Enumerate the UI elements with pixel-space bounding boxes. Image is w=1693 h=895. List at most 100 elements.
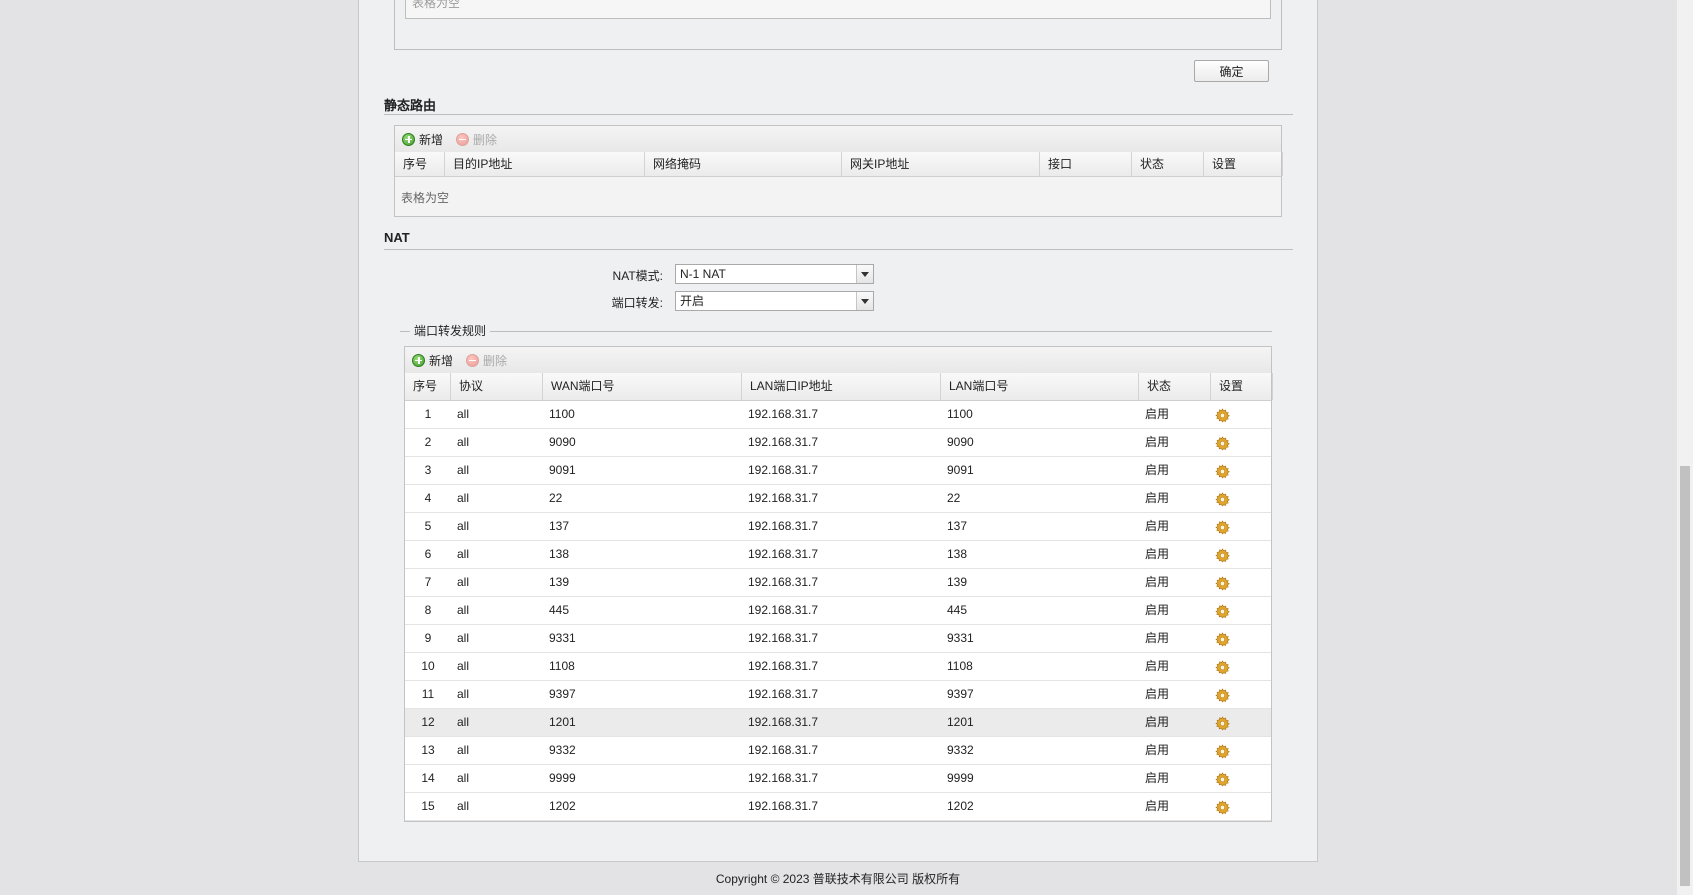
table-row[interactable]: 6 all 138 192.168.31.7 138 启用 <box>405 541 1271 569</box>
lan-ip-cell: 192.168.31.7 <box>748 547 819 561</box>
static-route-col-dest-ip: 目的IP地址 <box>445 152 645 176</box>
index-cell: 5 <box>424 519 432 533</box>
static-route-col-netmask: 网络掩码 <box>645 152 842 176</box>
table-row[interactable]: 8 all 445 192.168.31.7 445 启用 <box>405 597 1271 625</box>
wan-port-cell: 9331 <box>549 631 576 645</box>
gear-icon[interactable] <box>1215 800 1230 815</box>
static-route-title: 静态路由 <box>384 95 1293 115</box>
static-route-col-index: 序号 <box>395 152 445 176</box>
table-row[interactable]: 11 all 9397 192.168.31.7 9397 启用 <box>405 681 1271 709</box>
delete-label: 删除 <box>473 132 498 147</box>
table-row[interactable]: 7 all 139 192.168.31.7 139 启用 <box>405 569 1271 597</box>
static-route-col-interface: 接口 <box>1040 152 1132 176</box>
lan-port-cell: 9091 <box>947 463 974 477</box>
status-cell: 启用 <box>1145 435 1170 449</box>
lan-ip-cell: 192.168.31.7 <box>748 715 819 729</box>
protocol-cell: all <box>457 463 470 477</box>
table-row[interactable]: 2 all 9090 192.168.31.7 9090 启用 <box>405 429 1271 457</box>
status-cell: 启用 <box>1145 603 1170 617</box>
table-row[interactable]: 10 all 1108 192.168.31.7 1108 启用 <box>405 653 1271 681</box>
gear-icon[interactable] <box>1215 632 1230 647</box>
port-forward-delete-button[interactable]: 删除 <box>466 352 507 368</box>
gear-icon[interactable] <box>1215 772 1230 787</box>
port-forward-grid: 新增 删除 序号 协议 WAN端口号 LAN端口IP地址 LAN端口号 状态 设置 1 all… <box>404 346 1273 822</box>
gear-icon[interactable] <box>1215 688 1230 703</box>
index-cell: 4 <box>424 491 432 505</box>
lan-ip-cell: 192.168.31.7 <box>748 687 819 701</box>
protocol-cell: all <box>457 519 470 533</box>
lan-port-cell: 9999 <box>947 771 974 785</box>
static-route-col-gateway-ip: 网关IP地址 <box>842 152 1040 176</box>
protocol-cell: all <box>457 799 470 813</box>
port-forward-col-protocol: 协议 <box>451 373 543 400</box>
port-forward-col-lan-ip: LAN端口IP地址 <box>742 373 941 400</box>
table-row[interactable]: 3 all 9091 192.168.31.7 9091 启用 <box>405 457 1271 485</box>
table-row[interactable]: 12 all 1201 192.168.31.7 1201 启用 <box>405 709 1271 737</box>
nat-mode-select[interactable]: N-1 NAT <box>675 264 874 284</box>
gear-icon[interactable] <box>1215 744 1230 759</box>
status-cell: 启用 <box>1145 771 1170 785</box>
port-forward-value: 开启 <box>680 294 705 308</box>
lan-ip-cell: 192.168.31.7 <box>748 799 819 813</box>
port-forward-select[interactable]: 开启 <box>675 291 874 311</box>
lan-ip-cell: 192.168.31.7 <box>748 743 819 757</box>
protocol-cell: all <box>457 603 470 617</box>
lan-ip-cell: 192.168.31.7 <box>748 519 819 533</box>
nat-mode-label: NAT模式: <box>612 269 663 283</box>
confirm-button[interactable]: 确定 <box>1194 60 1269 82</box>
gear-icon[interactable] <box>1215 492 1230 507</box>
table-row[interactable]: 1 all 1100 192.168.31.7 1100 启用 <box>405 401 1271 429</box>
gear-icon[interactable] <box>1215 716 1230 731</box>
lan-port-cell: 1108 <box>947 659 973 673</box>
table-row[interactable]: 15 all 1202 192.168.31.7 1202 启用 <box>405 793 1271 821</box>
nat-mode-value: N-1 NAT <box>680 267 726 281</box>
wan-port-cell: 138 <box>549 547 570 561</box>
lan-port-cell: 9090 <box>947 435 974 449</box>
lan-ip-cell: 192.168.31.7 <box>748 435 819 449</box>
table-row[interactable]: 5 all 137 192.168.31.7 137 启用 <box>405 513 1271 541</box>
table-row[interactable]: 9 all 9331 192.168.31.7 9331 启用 <box>405 625 1271 653</box>
rules-legend: 端口转发规则 <box>410 322 491 339</box>
status-cell: 启用 <box>1145 407 1170 421</box>
port-forward-add-button[interactable]: 新增 <box>412 352 453 368</box>
static-route-delete-button[interactable]: 删除 <box>456 131 497 147</box>
status-cell: 启用 <box>1145 491 1170 505</box>
gear-icon[interactable] <box>1215 408 1230 423</box>
gear-icon[interactable] <box>1215 660 1230 675</box>
static-route-title-text: 静态路由 <box>384 98 437 113</box>
static-route-header: 序号 目的IP地址 网络掩码 网关IP地址 接口 状态 设置 <box>395 152 1283 177</box>
gear-icon[interactable] <box>1215 464 1230 479</box>
table-row[interactable]: 14 all 9999 192.168.31.7 9999 启用 <box>405 765 1271 793</box>
protocol-cell: all <box>457 547 470 561</box>
port-forward-col-index: 序号 <box>405 373 451 400</box>
gear-icon[interactable] <box>1215 576 1230 591</box>
table-row[interactable]: 4 all 22 192.168.31.7 22 启用 <box>405 485 1271 513</box>
wan-port-cell: 1100 <box>549 407 575 421</box>
chevron-down-icon <box>856 265 873 283</box>
footer-copyright: Copyright © 2023 普联技术有限公司 版权所有 <box>715 872 961 886</box>
static-route-col-settings: 设置 <box>1204 152 1283 176</box>
port-forward-col-lan-port: LAN端口号 <box>941 373 1139 400</box>
table-row[interactable]: 13 all 9332 192.168.31.7 9332 启用 <box>405 737 1271 765</box>
index-cell: 15 <box>421 799 435 813</box>
wan-port-cell: 9999 <box>549 771 576 785</box>
rules-fieldset-line <box>400 331 1272 332</box>
index-cell: 2 <box>424 435 432 449</box>
protocol-cell: all <box>457 743 470 757</box>
status-cell: 启用 <box>1145 799 1170 813</box>
status-cell: 启用 <box>1145 743 1170 757</box>
index-cell: 8 <box>424 603 432 617</box>
port-forward-header: 序号 协议 WAN端口号 LAN端口IP地址 LAN端口号 状态 设置 <box>405 373 1273 401</box>
scrollbar-thumb[interactable] <box>1680 466 1690 886</box>
static-route-add-button[interactable]: 新增 <box>402 131 443 147</box>
index-cell: 1 <box>424 407 432 421</box>
add-label: 新增 <box>429 353 454 368</box>
wan-port-cell: 9332 <box>549 743 576 757</box>
gear-icon[interactable] <box>1215 604 1230 619</box>
gear-icon[interactable] <box>1215 436 1230 451</box>
gear-icon[interactable] <box>1215 548 1230 563</box>
lan-port-cell: 22 <box>947 491 961 505</box>
status-cell: 启用 <box>1145 463 1170 477</box>
gear-icon[interactable] <box>1215 520 1230 535</box>
lan-ip-cell: 192.168.31.7 <box>748 631 819 645</box>
